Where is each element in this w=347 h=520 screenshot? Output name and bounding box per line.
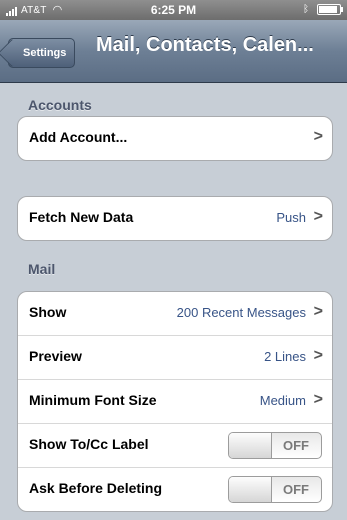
preview-label: Preview	[29, 348, 82, 364]
fetch-new-data-label: Fetch New Data	[29, 209, 134, 225]
mail-section-header: Mail	[28, 261, 56, 277]
show-label: Show	[29, 304, 67, 320]
back-button[interactable]: Settings	[8, 38, 76, 68]
show-to-cc-label-row: Show To/Cc Label OFF	[18, 424, 332, 468]
show-value: 200 Recent Messages	[176, 305, 306, 320]
add-account-row[interactable]: Add Account... >	[18, 117, 332, 160]
minimum-font-size-value: Medium	[259, 393, 306, 408]
show-to-cc-label-toggle[interactable]: OFF	[228, 432, 322, 459]
toggle-state-text: OFF	[283, 482, 309, 497]
status-right: ᛒ	[303, 4, 343, 15]
minimum-font-size-label: Minimum Font Size	[29, 392, 157, 408]
mail-group: Show 200 Recent Messages > Preview 2 Lin…	[17, 291, 333, 512]
toggle-knob	[229, 477, 272, 502]
ask-before-deleting-toggle[interactable]: OFF	[228, 476, 322, 503]
accounts-group: Add Account... >	[17, 116, 333, 161]
preview-row[interactable]: Preview 2 Lines >	[18, 336, 332, 380]
iphone-screen: AT&T ◠ 6:25 PM ᛒ Settings Mail, Contacts,…	[0, 0, 347, 520]
chevron-right-icon: >	[313, 303, 323, 320]
bluetooth-icon: ᛒ	[303, 4, 309, 15]
status-time: 6:25 PM	[150, 3, 197, 17]
settings-content: Accounts Add Account... > Fetch New Data…	[0, 83, 347, 520]
status-bar: AT&T ◠ 6:25 PM ᛒ	[0, 0, 347, 20]
fetch-group: Fetch New Data Push >	[17, 196, 333, 241]
toggle-state-text: OFF	[283, 438, 309, 453]
minimum-font-size-row[interactable]: Minimum Font Size Medium >	[18, 380, 332, 424]
show-to-cc-label-label: Show To/Cc Label	[29, 436, 149, 452]
preview-value: 2 Lines	[264, 349, 306, 364]
chevron-right-icon: >	[313, 391, 323, 408]
page-title: Mail, Contacts, Calen...	[96, 34, 314, 56]
chevron-right-icon: >	[313, 208, 323, 225]
chevron-right-icon: >	[313, 347, 323, 364]
navigation-bar: Settings Mail, Contacts, Calen...	[0, 20, 347, 83]
back-button-label: Settings	[23, 47, 67, 59]
ask-before-deleting-label: Ask Before Deleting	[29, 480, 163, 496]
battery-icon	[317, 4, 343, 15]
ask-before-deleting-row: Ask Before Deleting OFF	[18, 468, 332, 511]
add-account-label: Add Account...	[29, 129, 128, 145]
show-row[interactable]: Show 200 Recent Messages >	[18, 292, 332, 336]
chevron-right-icon: >	[313, 128, 323, 145]
fetch-new-data-value: Push	[276, 210, 306, 225]
accounts-section-header: Accounts	[28, 97, 92, 113]
fetch-new-data-row[interactable]: Fetch New Data Push >	[18, 197, 332, 240]
toggle-knob	[229, 433, 272, 458]
